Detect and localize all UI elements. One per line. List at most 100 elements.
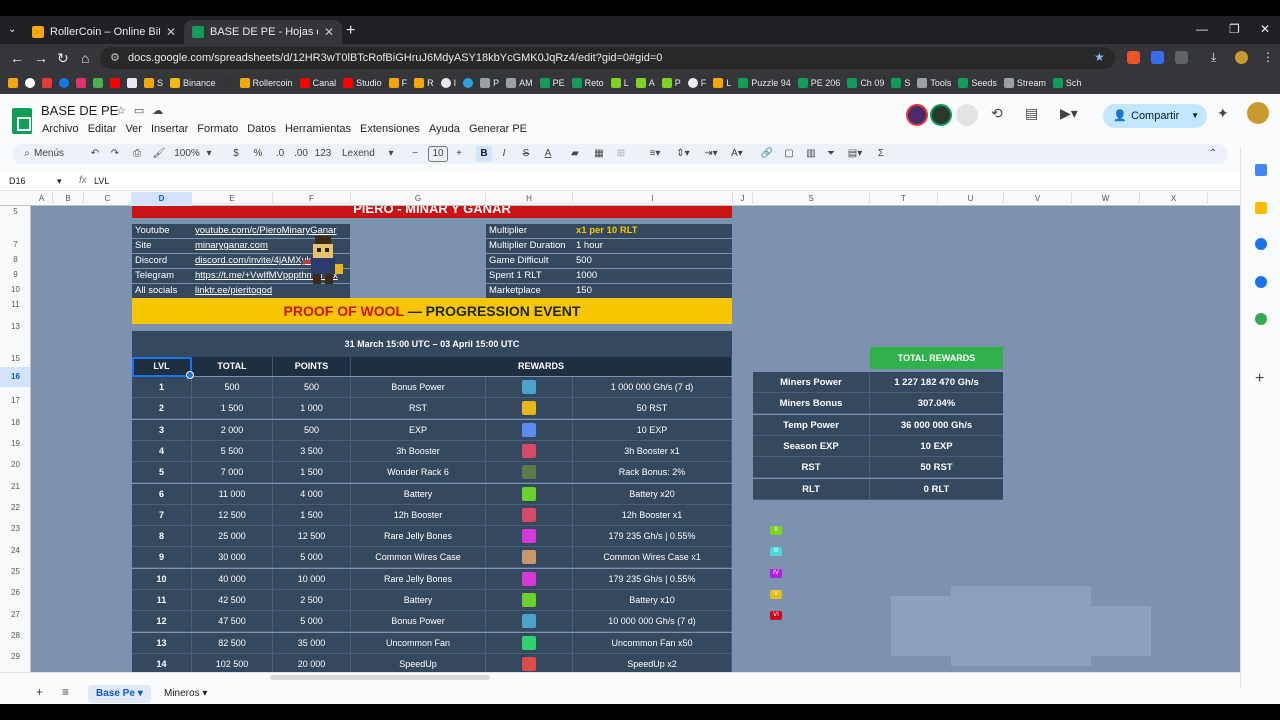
param-key[interactable]: Marketplace (486, 284, 573, 298)
row-header[interactable]: 17 (0, 396, 30, 405)
cell-total[interactable]: 40 000 (192, 568, 273, 590)
cell-reward[interactable]: 12h Booster (351, 504, 486, 526)
cell-reward[interactable]: RST (351, 398, 486, 420)
table-row[interactable]: 57 000 1 500 Wonder Rack 6 Rack Bonus: 2% (132, 462, 732, 484)
row-header[interactable]: 11 (0, 300, 30, 309)
cell-points[interactable]: 20 000 (273, 653, 351, 672)
horizontal-scrollbar[interactable] (270, 675, 490, 680)
cell-total[interactable]: 500 (192, 377, 273, 398)
font-size-input[interactable]: 10 (428, 146, 448, 162)
bookmark-item[interactable]: Seeds (958, 77, 997, 88)
cell-detail[interactable]: 10 EXP (573, 419, 732, 441)
table-row[interactable]: 8 25 000 12 500 Rare Jelly Bones 179 235 Gh/… (132, 526, 732, 548)
name-box[interactable]: D16 (9, 176, 26, 186)
table-row[interactable]: 32 000 500 EXP 10 EXP (132, 419, 732, 441)
cell-points[interactable]: 1 500 (273, 462, 351, 484)
table-row[interactable]: 21 500 1 000 RST 50 RST (132, 398, 732, 420)
banner-title[interactable]: PIERO - MINAR Y GANAR (132, 206, 732, 218)
menu-editar[interactable]: Editar (87, 121, 121, 135)
avatar[interactable] (930, 104, 952, 126)
meet-icon[interactable]: ▶▾ (1060, 105, 1078, 122)
search-menus-label[interactable]: Menús (34, 146, 74, 162)
row-header[interactable]: 13 (0, 322, 30, 331)
font-size-decrease-icon[interactable]: − (410, 146, 420, 162)
sheet-tab-base-pe[interactable]: Base Pe ▾ (88, 685, 151, 703)
bookmark-item[interactable]: PE 206 (797, 77, 840, 88)
param-value[interactable]: 1000 (573, 269, 732, 283)
total-row[interactable]: Miners Bonus 307.04% (753, 393, 1003, 415)
undo-icon[interactable]: ↶ (88, 146, 102, 162)
collapse-toolbar-icon[interactable]: ⌃ (1206, 146, 1220, 162)
functions-icon[interactable]: Σ (874, 146, 888, 162)
cell-points[interactable]: 500 (273, 419, 351, 441)
row-header[interactable]: 16 (0, 367, 30, 387)
number-format-button[interactable]: 123 (314, 146, 332, 162)
text-color-button[interactable]: A (542, 146, 554, 162)
present-icon[interactable] (956, 104, 978, 126)
cell-points[interactable]: 5 000 (273, 547, 351, 569)
sheet-grid[interactable]: PIERO - MINAR Y GANAR Youtube youtube.co… (31, 206, 1240, 672)
row-header[interactable]: 10 (0, 285, 30, 294)
cell-points[interactable]: 10 000 (273, 568, 351, 590)
row-header[interactable]: 23 (0, 524, 30, 533)
column-header[interactable]: S (753, 192, 870, 206)
column-header[interactable]: T (870, 192, 938, 206)
link-key[interactable]: Telegram (132, 269, 192, 283)
cell-points[interactable]: 35 000 (273, 632, 351, 654)
bookmark-item[interactable]: S (144, 77, 163, 88)
row-header[interactable]: 27 (0, 610, 30, 619)
row-header[interactable]: 29 (0, 652, 30, 661)
bookmark-item[interactable] (8, 77, 18, 88)
bookmark-item[interactable] (222, 77, 233, 88)
table-row[interactable]: 12 47 500 5 000 Bonus Power 10 000 000 Gh/s … (132, 611, 732, 633)
menu-generar-pe[interactable]: Generar PE (468, 121, 531, 135)
extension-icon[interactable] (1151, 51, 1164, 64)
bookmark-item[interactable]: AM (506, 77, 533, 88)
sheets-logo-icon[interactable] (12, 108, 32, 134)
cell-lvl[interactable]: 3 (132, 419, 192, 441)
cell-lvl[interactable]: 13 (132, 632, 192, 654)
column-header[interactable]: F (273, 192, 351, 206)
reload-icon[interactable]: ↻ (57, 50, 69, 67)
merge-cells-icon[interactable]: ⊞ (614, 146, 628, 162)
bookmark-item[interactable]: L (610, 77, 629, 88)
cell-detail[interactable]: 179 235 Gh/s | 0.55% (573, 568, 732, 590)
avatar[interactable] (906, 104, 928, 126)
cell-lvl[interactable]: 11 (132, 590, 192, 611)
row-header[interactable]: 25 (0, 567, 30, 576)
event-dates[interactable]: 31 March 15:00 UTC – 03 April 15:00 UTC (132, 331, 732, 357)
total-row[interactable]: Miners Power 1 227 182 470 Gh/s (753, 372, 1003, 393)
decrease-decimal-button[interactable]: .0 (272, 146, 288, 162)
text-rotation-icon[interactable]: A▾ (728, 146, 746, 162)
column-header[interactable]: E (192, 192, 273, 206)
menu-datos[interactable]: Datos (246, 121, 280, 135)
total-row[interactable]: Temp Power 36 000 000 Gh/s (753, 414, 1003, 436)
cell-points[interactable]: 1 500 (273, 504, 351, 526)
zoom-select[interactable]: 100% (172, 146, 202, 162)
bookmark-item[interactable] (76, 77, 86, 88)
cell-points[interactable]: 4 000 (273, 483, 351, 505)
bookmark-item[interactable]: Canal (299, 77, 336, 88)
cell-reward[interactable]: Bonus Power (351, 611, 486, 633)
increase-decimal-button[interactable]: .00 (292, 146, 310, 162)
param-key[interactable]: Multiplier Duration (486, 239, 573, 253)
row-header[interactable]: 22 (0, 503, 30, 512)
cell-reward[interactable]: Battery (351, 483, 486, 505)
account-avatar[interactable] (1247, 102, 1269, 124)
cell-points[interactable]: 12 500 (273, 526, 351, 548)
bookmark-item[interactable]: Rollercoin (239, 77, 293, 88)
bookmark-item[interactable]: Studio (343, 77, 382, 88)
cloud-status-icon[interactable]: ☁ (152, 105, 171, 117)
url-field[interactable]: ⚙ docs.google.com/spreadsheets/d/12HR3wT… (100, 47, 1115, 69)
row-header[interactable]: 19 (0, 439, 30, 448)
table-row[interactable]: 7 12 500 1 500 12h Booster 12h Booster x1 (132, 504, 732, 526)
minimize-icon[interactable]: — (1196, 22, 1208, 36)
cell-lvl[interactable]: 2 (132, 398, 192, 420)
column-header[interactable]: I (573, 192, 733, 206)
cell-points[interactable]: 3 500 (273, 440, 351, 462)
cell-detail[interactable]: Battery x10 (573, 590, 732, 611)
redo-icon[interactable]: ↷ (108, 146, 122, 162)
cell-total[interactable]: 11 000 (192, 483, 273, 505)
keep-icon[interactable] (1255, 202, 1267, 214)
cell-detail[interactable]: Rack Bonus: 2% (573, 462, 732, 484)
